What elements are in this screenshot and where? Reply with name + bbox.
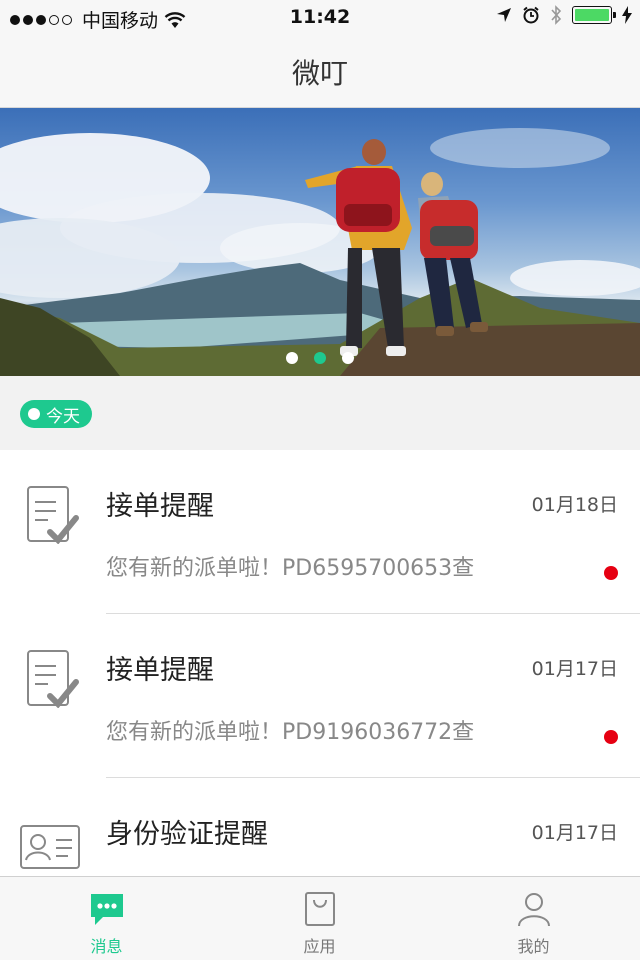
- tab-messages[interactable]: 消息: [0, 877, 213, 960]
- date-chip: 今天: [20, 400, 92, 428]
- message-item[interactable]: 接单提醒 01月17日 您有新的派单啦！PD9196036772查: [0, 614, 640, 778]
- message-title: 身份验证提醒: [106, 819, 268, 850]
- alarm-icon: [523, 6, 539, 24]
- status-bar: 中国移动 11:42: [0, 0, 640, 36]
- bluetooth-icon: [551, 5, 562, 25]
- order-clipboard-icon: [27, 486, 79, 544]
- tab-label: 消息: [90, 937, 123, 956]
- unread-indicator: [604, 730, 618, 744]
- battery-icon: [572, 6, 616, 24]
- user-icon: [517, 893, 550, 927]
- tab-bar: 消息 应用 我的: [0, 876, 640, 960]
- shopping-bag-icon: [304, 892, 335, 926]
- message-item[interactable]: 接单提醒 01月18日 您有新的派单啦！PD6595700653查: [0, 450, 640, 614]
- page-title: 微叮: [291, 56, 348, 90]
- date-section: 今天: [0, 376, 640, 450]
- navigation-bar: 微叮: [0, 36, 640, 108]
- date-chip-label: 今天: [46, 406, 80, 427]
- message-body: 您有新的派单啦！PD9196036772查: [106, 720, 475, 745]
- message-item[interactable]: 身份验证提醒 01月17日: [0, 778, 640, 876]
- message-list: 接单提醒 01月18日 您有新的派单啦！PD6595700653查 接单提醒 0…: [0, 450, 640, 876]
- message-title: 接单提醒: [106, 655, 214, 686]
- message-date: 01月17日: [531, 822, 618, 844]
- chat-bubble-icon: [90, 894, 123, 925]
- tab-apps[interactable]: 应用: [213, 877, 426, 960]
- charging-icon: [622, 6, 632, 24]
- pager-dot[interactable]: [342, 352, 354, 364]
- pager-dot-active[interactable]: [314, 352, 326, 364]
- order-clipboard-icon: [27, 650, 79, 708]
- chip-dot-icon: [28, 408, 40, 420]
- location-arrow-icon: [497, 8, 511, 22]
- id-card-icon: [20, 825, 80, 869]
- unread-indicator: [604, 566, 618, 580]
- tab-profile[interactable]: 我的: [427, 877, 640, 960]
- tab-label: 应用: [303, 937, 336, 956]
- tab-label: 我的: [517, 937, 550, 956]
- message-date: 01月17日: [531, 658, 618, 680]
- pager-dot[interactable]: [286, 352, 298, 364]
- message-body: 您有新的派单啦！PD6595700653查: [106, 556, 475, 581]
- banner-carousel[interactable]: [0, 108, 640, 376]
- message-title: 接单提醒: [106, 491, 214, 522]
- carousel-pager[interactable]: [0, 352, 640, 364]
- message-date: 01月18日: [531, 494, 618, 516]
- banner-image: [0, 128, 640, 376]
